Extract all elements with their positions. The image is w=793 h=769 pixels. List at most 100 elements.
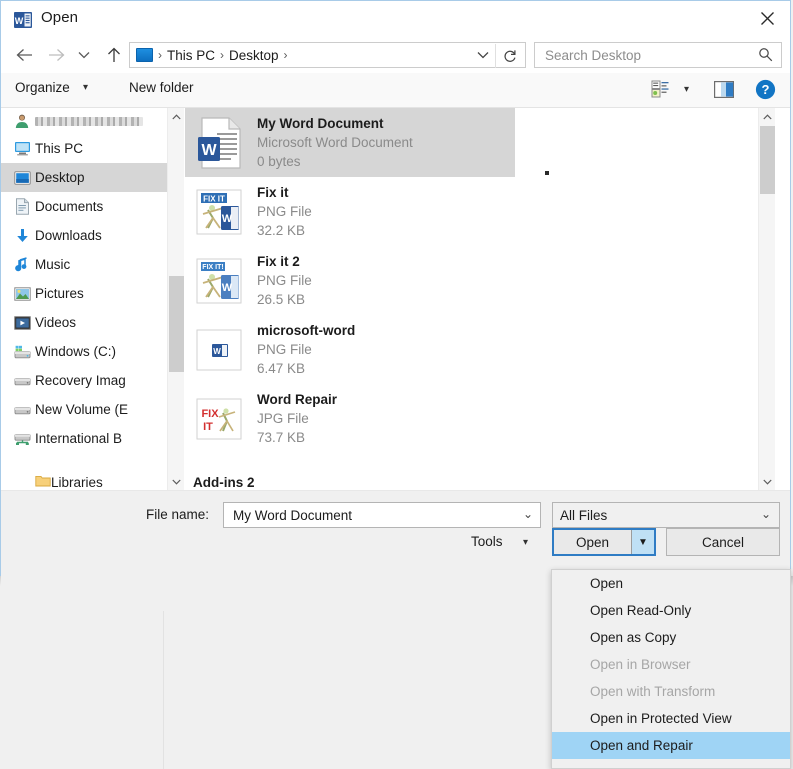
chevron-up-icon[interactable]: [168, 108, 185, 125]
sidebar-item-this-pc[interactable]: This PC: [1, 134, 167, 163]
sidebar-scrollbar-thumb[interactable]: [169, 276, 184, 372]
menu-item-open-in-browser: Open in Browser: [590, 657, 691, 672]
computer-icon: [13, 140, 31, 158]
file-size: 6.47 KB: [257, 361, 306, 376]
close-icon[interactable]: [744, 1, 790, 35]
page-title: Open: [41, 9, 79, 26]
chevron-down-icon[interactable]: [168, 473, 185, 490]
file-type-filter-value: All Files: [560, 507, 608, 523]
desktop-monitor-icon: [136, 48, 153, 62]
chevron-down-icon[interactable]: [759, 473, 775, 490]
desktop-icon: [13, 169, 31, 187]
organize-button[interactable]: Organize: [15, 80, 70, 95]
table-row[interactable]: FIX IT Word Repair JPG File 73.7 KB: [185, 384, 775, 453]
cursor-artifact: [545, 171, 549, 175]
menu-item-open-read-only[interactable]: Open Read-Only: [552, 597, 790, 624]
file-list-scrollbar[interactable]: [758, 108, 775, 490]
documents-icon: [13, 198, 31, 216]
new-folder-button[interactable]: New folder: [129, 80, 194, 95]
sidebar-item-label: This PC: [35, 141, 84, 156]
file-list-scrollbar-thumb[interactable]: [760, 126, 775, 194]
address-bar[interactable]: › This PC › Desktop ›: [129, 42, 526, 68]
arrow-up-icon[interactable]: [101, 42, 127, 68]
chevron-down-icon[interactable]: ⌄: [523, 507, 533, 521]
view-layout-icon[interactable]: [651, 80, 669, 103]
file-size: 73.7 KB: [257, 430, 306, 445]
chevron-down-icon: ⌄: [760, 507, 771, 521]
sidebar-item-user-account[interactable]: [1, 108, 167, 134]
file-name: My Word Document: [257, 116, 384, 131]
sidebar-item-label: Desktop: [35, 170, 85, 185]
chevron-down-icon[interactable]: ▾: [684, 84, 689, 95]
cancel-button[interactable]: Cancel: [666, 528, 780, 556]
search-input[interactable]: [543, 46, 747, 64]
sidebar-item-label: Windows (C:): [35, 344, 117, 359]
sidebar-item-music[interactable]: Music: [1, 250, 167, 279]
table-row[interactable]: FIX IT W Fix it PNG File 32.2 KB: [185, 177, 775, 246]
breadcrumb-this-pc[interactable]: This PC: [167, 48, 215, 63]
refresh-icon[interactable]: [499, 46, 521, 66]
help-circle-icon[interactable]: ?: [755, 79, 776, 105]
file-name: Add-ins 2: [193, 475, 255, 490]
sidebar-item-label: Pictures: [35, 286, 84, 301]
user-account-icon: [13, 112, 31, 130]
sidebar-item-pictures[interactable]: Pictures: [1, 279, 167, 308]
breadcrumb-desktop[interactable]: Desktop: [229, 48, 279, 63]
drive-icon: [13, 401, 31, 419]
menu-item-open[interactable]: Open: [552, 570, 790, 597]
sidebar-scrollbar[interactable]: [167, 108, 184, 490]
table-row[interactable]: W microsoft-word PNG File 6.47 KB: [185, 315, 775, 384]
chevron-down-icon[interactable]: ▾: [523, 537, 528, 548]
videos-icon: [13, 314, 31, 332]
sidebar-item-desktop[interactable]: Desktop: [1, 163, 167, 192]
pictures-icon: [13, 285, 31, 303]
chevron-down-icon[interactable]: ▾: [83, 82, 88, 93]
sidebar-item-windows-c[interactable]: Windows (C:): [1, 337, 167, 366]
sidebar-item-label: Videos: [35, 315, 77, 330]
open-dropdown-menu: Open Open Read-Only Open as Copy Open in…: [551, 569, 791, 769]
network-drive-icon: [13, 430, 31, 448]
table-row[interactable]: FIX IT! W Fix it 2 PNG File 26.5 KB: [185, 246, 775, 315]
sidebar-item-label: Recovery Imag: [35, 373, 126, 388]
sidebar-item-videos[interactable]: Videos: [1, 308, 167, 337]
sidebar-item-new-volume-e[interactable]: New Volume (E: [1, 395, 167, 424]
file-type: PNG File: [257, 204, 312, 219]
file-name-combobox[interactable]: ⌄: [223, 502, 541, 528]
sidebar-item-international-b[interactable]: International B: [1, 424, 167, 453]
svg-text:FIX IT!: FIX IT!: [202, 264, 223, 271]
file-type: Microsoft Word Document: [257, 135, 413, 150]
breadcrumb-separator-0: ›: [158, 48, 162, 62]
chevron-up-icon[interactable]: [759, 108, 775, 125]
sidebar-item-downloads[interactable]: Downloads: [1, 221, 167, 250]
file-type-filter-dropdown[interactable]: All Files ⌄: [552, 502, 780, 528]
word-small-icon: W: [193, 322, 247, 378]
open-button[interactable]: Open: [554, 530, 632, 554]
arrow-left-icon[interactable]: [11, 42, 37, 68]
arrow-right-icon[interactable]: [43, 42, 69, 68]
fixit-red-icon: FIX IT: [193, 391, 247, 447]
table-row[interactable]: W My Word Document Microsoft Word Docume…: [185, 108, 515, 177]
file-type: PNG File: [257, 273, 312, 288]
address-divider: [495, 44, 496, 68]
tools-button[interactable]: Tools: [471, 534, 503, 549]
menu-item-open-as-copy[interactable]: Open as Copy: [552, 624, 790, 651]
open-dropdown-arrow-icon[interactable]: ▼: [632, 530, 654, 554]
svg-text:FIX IT: FIX IT: [203, 194, 225, 203]
libraries-icon: [35, 474, 51, 490]
chevron-down-icon[interactable]: [71, 42, 97, 68]
open-split-button[interactable]: Open ▼: [552, 528, 656, 556]
sidebar-item-libraries-partial[interactable]: Libraries: [1, 474, 167, 490]
sidebar-item-documents[interactable]: Documents: [1, 192, 167, 221]
menu-item-open-with-transform: Open with Transform: [590, 684, 716, 699]
file-name: Word Repair: [257, 392, 338, 407]
sidebar-item-recovery-image[interactable]: Recovery Imag: [1, 366, 167, 395]
table-row-partial[interactable]: Add-ins 2: [193, 474, 593, 490]
menu-item-open-and-repair[interactable]: Open and Repair: [552, 732, 790, 759]
file-name: Fix it: [257, 185, 289, 200]
word-doc-icon: W: [193, 115, 247, 171]
menu-item-open-in-protected-view[interactable]: Open in Protected View: [552, 705, 790, 732]
preview-pane-icon[interactable]: [714, 81, 734, 103]
search-box[interactable]: [534, 42, 782, 68]
chevron-down-icon[interactable]: [475, 48, 491, 62]
file-name-input[interactable]: [231, 506, 515, 524]
